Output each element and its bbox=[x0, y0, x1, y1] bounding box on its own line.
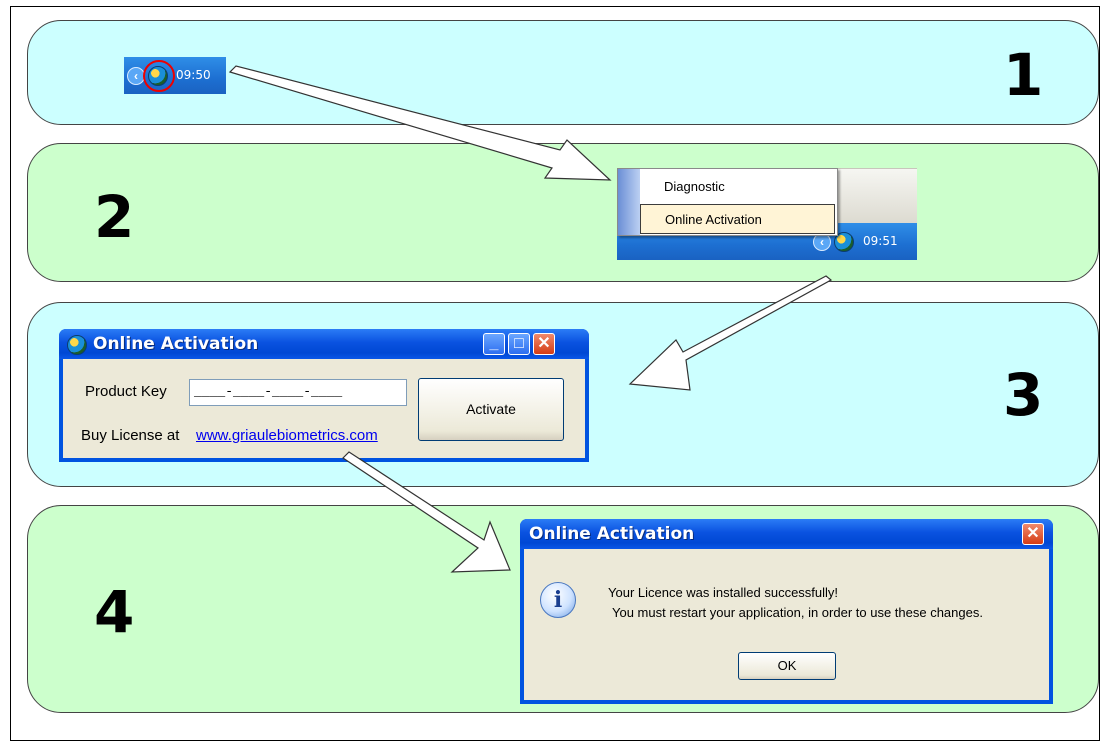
arrow-step1-to-step2 bbox=[228, 65, 612, 181]
arrow-step2-to-step3 bbox=[628, 275, 833, 391]
arrow-step3-to-step4 bbox=[342, 451, 511, 573]
flow-arrows bbox=[228, 65, 833, 573]
